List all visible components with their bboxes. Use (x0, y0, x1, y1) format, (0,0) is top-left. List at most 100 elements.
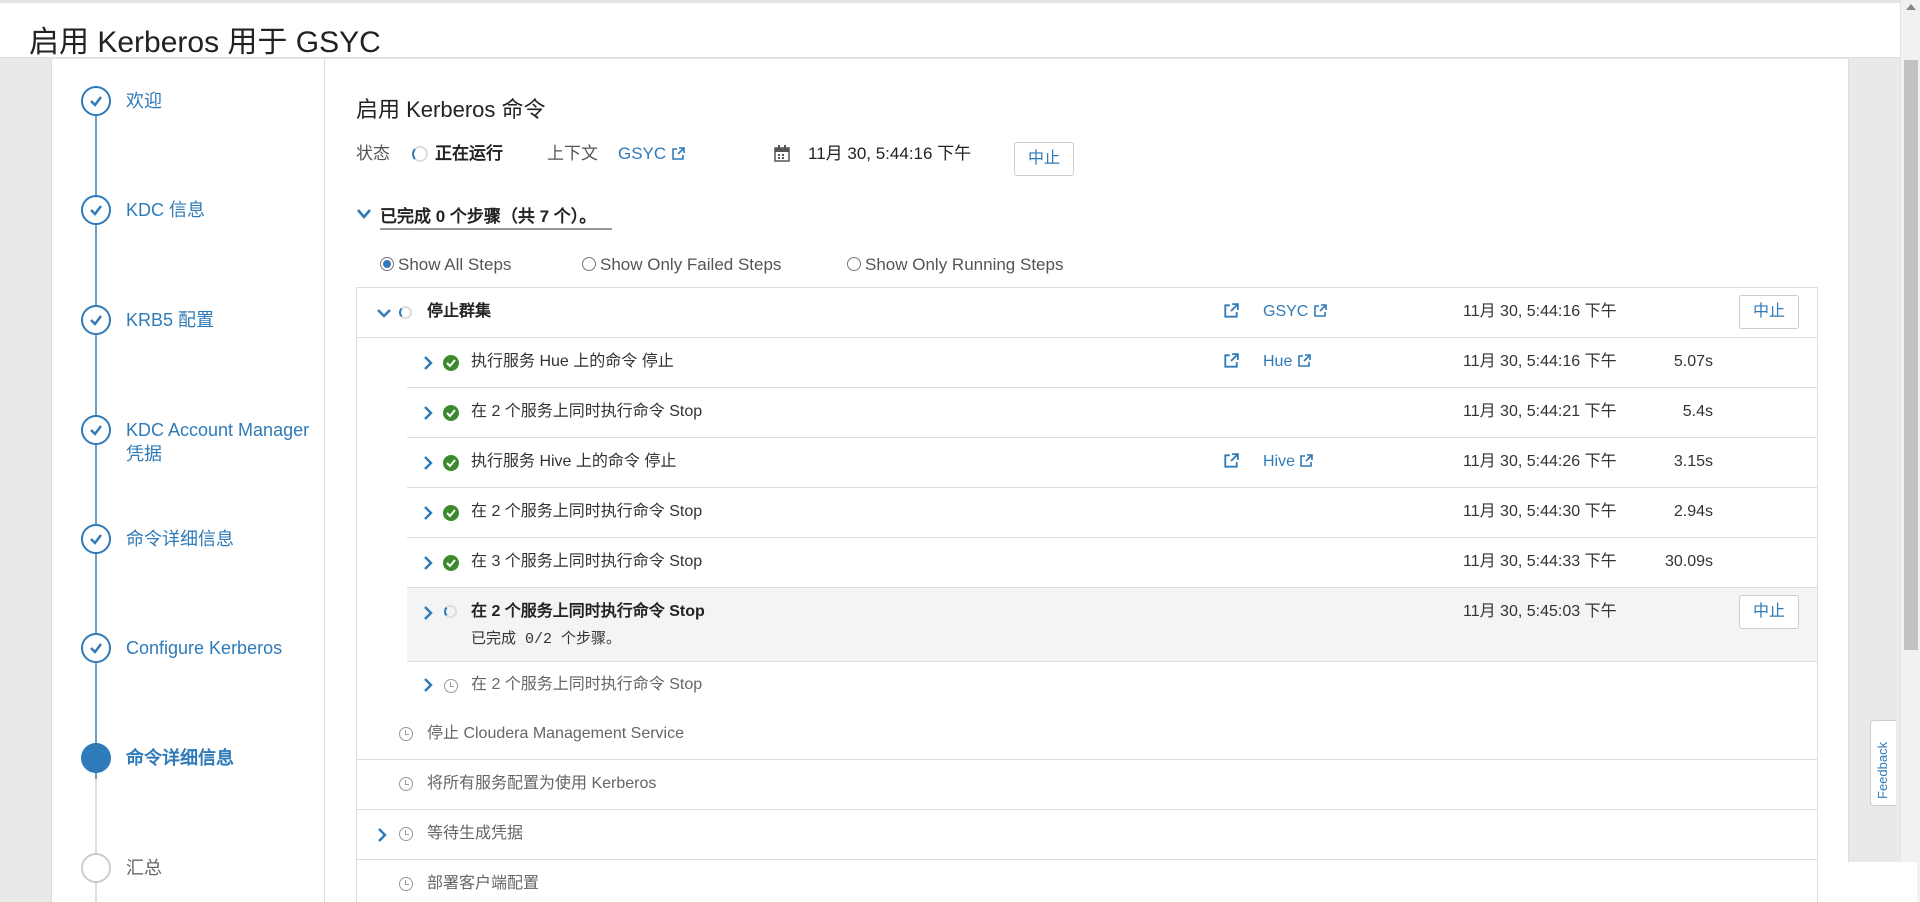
check-icon (81, 86, 111, 116)
chevron-right-icon[interactable] (421, 356, 435, 370)
status-value: 正在运行 (435, 144, 503, 163)
success-check-icon (443, 405, 459, 421)
table-row: 在 2 个服务上同时执行命令 Stop 已完成 0/2 个步骤。 11月 30,… (407, 588, 1817, 662)
command-details: 启用 Kerberos 命令 状态 正在运行 上下文 GSYC 11月 30, … (356, 59, 1836, 902)
chevron-right-icon[interactable] (421, 406, 435, 420)
wizard-step-label: 命令详细信息 (126, 748, 234, 768)
filter-failed-steps[interactable]: Show Only Failed Steps (582, 255, 781, 275)
step-name: 停止 Cloudera Management Service (427, 725, 685, 742)
abort-command-button[interactable]: 中止 (1014, 142, 1074, 176)
filter-label[interactable]: Show All Steps (398, 255, 511, 274)
step-name: 部署客户端配置 (427, 875, 540, 892)
step-context-text[interactable]: Hue (1263, 353, 1292, 370)
step-duration: 5.07s (1673, 353, 1713, 370)
scroll-up-arrow-icon[interactable] (1906, 4, 1916, 10)
check-icon (81, 524, 111, 554)
step-name: 停止群集 (427, 303, 492, 320)
chevron-right-icon[interactable] (421, 456, 435, 470)
step-duration: 3.15s (1673, 453, 1713, 470)
step-time: 11月 30, 5:45:03 下午 (1463, 603, 1617, 620)
current-step-dot-icon (81, 743, 111, 773)
check-icon (81, 195, 111, 225)
step-context-text[interactable]: GSYC (1263, 303, 1308, 320)
success-check-icon (443, 555, 459, 571)
wizard-step-label[interactable]: 欢迎 (126, 89, 316, 113)
external-link-icon (672, 147, 685, 160)
context-link-text[interactable]: GSYC (618, 144, 666, 163)
chevron-down-icon[interactable] (377, 306, 391, 320)
table-row: 在 2 个服务上同时执行命令 Stop (407, 662, 1817, 710)
step-name: 在 2 个服务上同时执行命令 Stop (471, 676, 703, 693)
context-label: 上下文 (547, 144, 598, 163)
step-name: 将所有服务配置为使用 Kerberos (427, 775, 657, 792)
external-link-icon (1298, 354, 1311, 367)
step-context-link[interactable]: GSYC (1263, 302, 1327, 322)
table-row: 停止群集 GSYC 11月 30, 5:44:16 下午 中止 (357, 288, 1817, 338)
progress-summary-underline (380, 228, 612, 230)
pending-clock-icon (399, 827, 413, 841)
pending-clock-icon (444, 679, 458, 693)
step-context-link[interactable]: Hue (1263, 352, 1311, 372)
wizard-step-label[interactable]: KRB5 配置 (126, 308, 316, 332)
step-duration: 2.94s (1673, 503, 1713, 520)
calendar-icon (774, 145, 790, 162)
page-title: 启用 Kerberos 用于 GSYC (29, 26, 381, 59)
chevron-right-icon[interactable] (421, 556, 435, 570)
step-name: 在 3 个服务上同时执行命令 Stop (471, 553, 703, 570)
table-row: 在 2 个服务上同时执行命令 Stop 11月 30, 5:44:30 下午 2… (407, 488, 1817, 538)
filter-label[interactable]: Show Only Failed Steps (600, 255, 781, 274)
check-icon (81, 633, 111, 663)
status-label: 状态 (356, 144, 390, 163)
table-row: 停止 Cloudera Management Service (357, 710, 1817, 760)
feedback-tab[interactable]: Feedback (1870, 720, 1896, 806)
wizard-sidebar: 欢迎 KDC 信息 KRB5 配置 KDC Account Manager 凭据… (52, 59, 325, 902)
external-link-icon[interactable] (1223, 353, 1239, 369)
pending-clock-icon (399, 727, 413, 741)
chevron-right-icon[interactable] (421, 606, 435, 620)
chevron-right-icon[interactable] (421, 678, 435, 692)
step-subtext: 已完成 0/2 个步骤。 (471, 631, 622, 648)
page-header: 启用 Kerberos 用于 GSYC (0, 0, 1900, 59)
running-spinner-icon (412, 146, 428, 162)
chevron-down-icon[interactable] (356, 208, 372, 220)
steps-table: 停止群集 GSYC 11月 30, 5:44:16 下午 中止 执行服务 Hue… (356, 287, 1818, 902)
scrollbar-thumb[interactable] (1904, 60, 1918, 650)
abort-step-button[interactable]: 中止 (1739, 295, 1799, 329)
step-name: 在 2 个服务上同时执行命令 Stop (471, 503, 703, 520)
vertical-scrollbar[interactable] (1900, 0, 1920, 902)
external-link-icon[interactable] (1223, 453, 1239, 469)
step-duration: 5.4s (1682, 403, 1713, 420)
check-icon (81, 305, 111, 335)
filter-running-steps[interactable]: Show Only Running Steps (847, 255, 1063, 275)
overlay-patch (1822, 862, 1917, 902)
filter-all-steps[interactable]: Show All Steps (380, 255, 511, 275)
step-context-text[interactable]: Hive (1263, 453, 1295, 470)
wizard-step-label[interactable]: Configure Kerberos (126, 636, 316, 660)
abort-step-button[interactable]: 中止 (1739, 595, 1799, 629)
chevron-right-icon[interactable] (375, 828, 389, 842)
wizard-step-label[interactable]: KDC 信息 (126, 198, 316, 222)
success-check-icon (443, 505, 459, 521)
table-row: 执行服务 Hue 上的命令 停止 Hue 11月 30, 5:44:16 下午 … (407, 338, 1817, 388)
step-name: 执行服务 Hive 上的命令 停止 (471, 453, 677, 470)
success-check-icon (443, 355, 459, 371)
feedback-label[interactable]: Feedback (1875, 742, 1890, 799)
radio-selected-icon[interactable] (380, 257, 394, 271)
step-name: 等待生成凭据 (427, 825, 524, 842)
external-link-icon[interactable] (1223, 303, 1239, 319)
command-title: 启用 Kerberos 命令 (356, 97, 546, 122)
filter-label[interactable]: Show Only Running Steps (865, 255, 1063, 274)
context-link[interactable]: GSYC (618, 143, 685, 165)
step-context-link[interactable]: Hive (1263, 452, 1314, 472)
radio-icon[interactable] (847, 257, 861, 271)
step-name: 在 2 个服务上同时执行命令 Stop (471, 603, 705, 620)
progress-summary[interactable]: 已完成 0 个步骤（共 7 个）。 (380, 202, 596, 227)
table-row: 部署客户端配置 (357, 860, 1817, 902)
table-row: 在 2 个服务上同时执行命令 Stop 11月 30, 5:44:21 下午 5… (407, 388, 1817, 438)
wizard-step-label[interactable]: 命令详细信息 (126, 527, 316, 551)
wizard-step-label[interactable]: KDC Account Manager 凭据 (126, 418, 316, 466)
radio-icon[interactable] (582, 257, 596, 271)
chevron-right-icon[interactable] (421, 506, 435, 520)
step-name: 执行服务 Hue 上的命令 停止 (471, 353, 674, 370)
pending-step-circle-icon (81, 853, 111, 883)
